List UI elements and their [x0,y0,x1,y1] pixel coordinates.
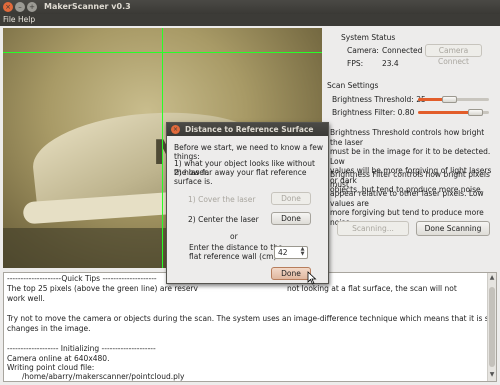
log-output[interactable]: --------------------Quick Tips ---------… [3,272,497,382]
camera-status-value: Connected [382,46,423,55]
fps-value: 23.4 [382,59,399,68]
center-guide-line [162,28,163,268]
filter-slider-handle[interactable] [468,109,483,116]
log-scrollbar[interactable]: ▲ ▼ [487,273,496,381]
menu-help[interactable]: Help [18,15,35,24]
spin-arrows-icon[interactable]: ▲ ▼ [299,247,306,257]
step-2-label: 2) Center the laser [188,215,259,224]
scroll-thumb[interactable] [489,287,495,367]
mouse-cursor-icon [307,271,317,285]
log-line: The top 25 pixels (above the green line)… [7,284,198,293]
log-line: ------------------- Initializing -------… [7,344,156,353]
menubar: File Help [0,14,500,26]
dialog-done-button[interactable]: Done [271,267,311,280]
log-line: Camera online at 640x480. [7,354,110,363]
distance-label-line-2: flat reference wall (cm): [189,252,279,261]
camera-connect-button[interactable]: Camera Connect [425,44,482,66]
log-line: work well. [7,294,45,303]
dialog-point-2: 2) how far away your flat reference surf… [174,168,307,186]
threshold-slider-fill [418,98,445,101]
dialog-titlebar: × Distance to Reference Surface [167,123,328,136]
distance-spinbox[interactable]: 42 ▲ ▼ [274,246,308,259]
window-titlebar: × – + MakerScanner v0.3 [0,0,500,14]
dialog-close-button[interactable]: × [171,125,180,134]
done-scanning-button[interactable]: Done Scanning [416,221,490,236]
distance-dialog: × Distance to Reference Surface Before w… [166,122,329,285]
scan-settings-title: Scan Settings [327,81,379,90]
fps-label: FPS: [347,59,364,68]
scroll-down-icon[interactable]: ▼ [488,371,496,380]
distance-value[interactable]: 42 [278,248,288,257]
system-status-title: System Status [341,33,396,42]
filter-label: Brightness Filter: 0.80 [332,108,415,117]
control-panel: System Status Camera: Connected Camera C… [327,28,497,268]
step-1-label: 1) Cover the laser [188,195,256,204]
camera-label: Camera: [347,46,379,55]
log-line: changes in the image. [7,324,91,333]
distance-label-line-1: Enter the distance to the [189,243,283,252]
log-line: --------------------Quick Tips ---------… [7,274,157,283]
log-line: not looking at a flat surface, the scan … [287,284,457,293]
log-line: Writing point cloud file: [7,363,95,372]
dialog-title: Distance to Reference Surface [185,125,314,134]
scanning-button[interactable]: Scanning... [337,221,409,236]
scroll-up-icon[interactable]: ▲ [488,274,496,283]
menu-file[interactable]: File [3,15,16,24]
log-line: /home/abarry/makerscanner/pointcloud.ply [22,372,185,381]
log-line: Try not to move the camera or objects du… [7,314,497,323]
window-maximize-button[interactable]: + [27,2,37,12]
filter-description: Brightness Filter controls how bright pi… [330,170,490,227]
threshold-slider-handle[interactable] [442,96,457,103]
or-label: or [230,232,238,241]
filter-slider-fill [418,111,473,114]
step-2-done-button[interactable]: Done [271,212,311,225]
window-title: MakerScanner v0.3 [44,2,131,11]
window-close-button[interactable]: × [3,2,13,12]
threshold-label: Brightness Threshold: 25 [332,95,426,104]
step-1-done-button[interactable]: Done [271,192,311,205]
window-minimize-button[interactable]: – [15,2,25,12]
